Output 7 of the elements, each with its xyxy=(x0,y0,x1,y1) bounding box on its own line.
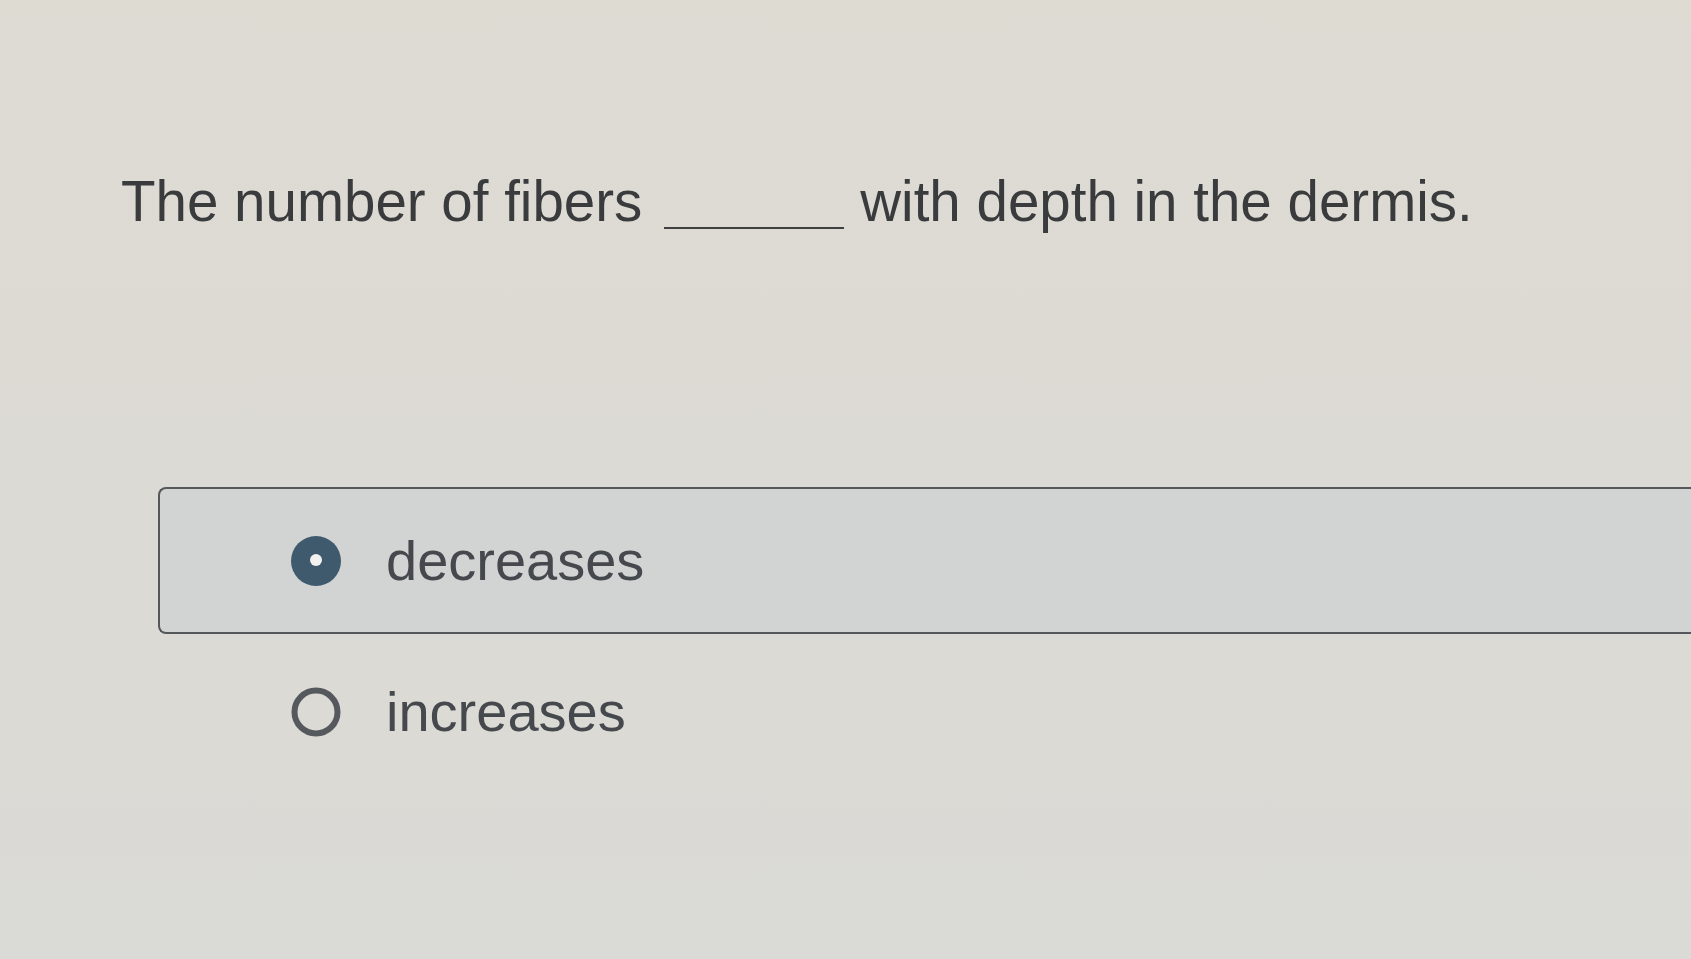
option-label: decreases xyxy=(386,527,645,594)
radio-button[interactable] xyxy=(291,686,341,737)
option-label: increases xyxy=(386,678,626,745)
answer-option[interactable]: decreases xyxy=(158,487,1691,634)
radio-button[interactable] xyxy=(291,535,341,586)
question-text: with depth in the dermis. xyxy=(860,170,1473,234)
question-text: The number of fibers xyxy=(121,170,643,234)
